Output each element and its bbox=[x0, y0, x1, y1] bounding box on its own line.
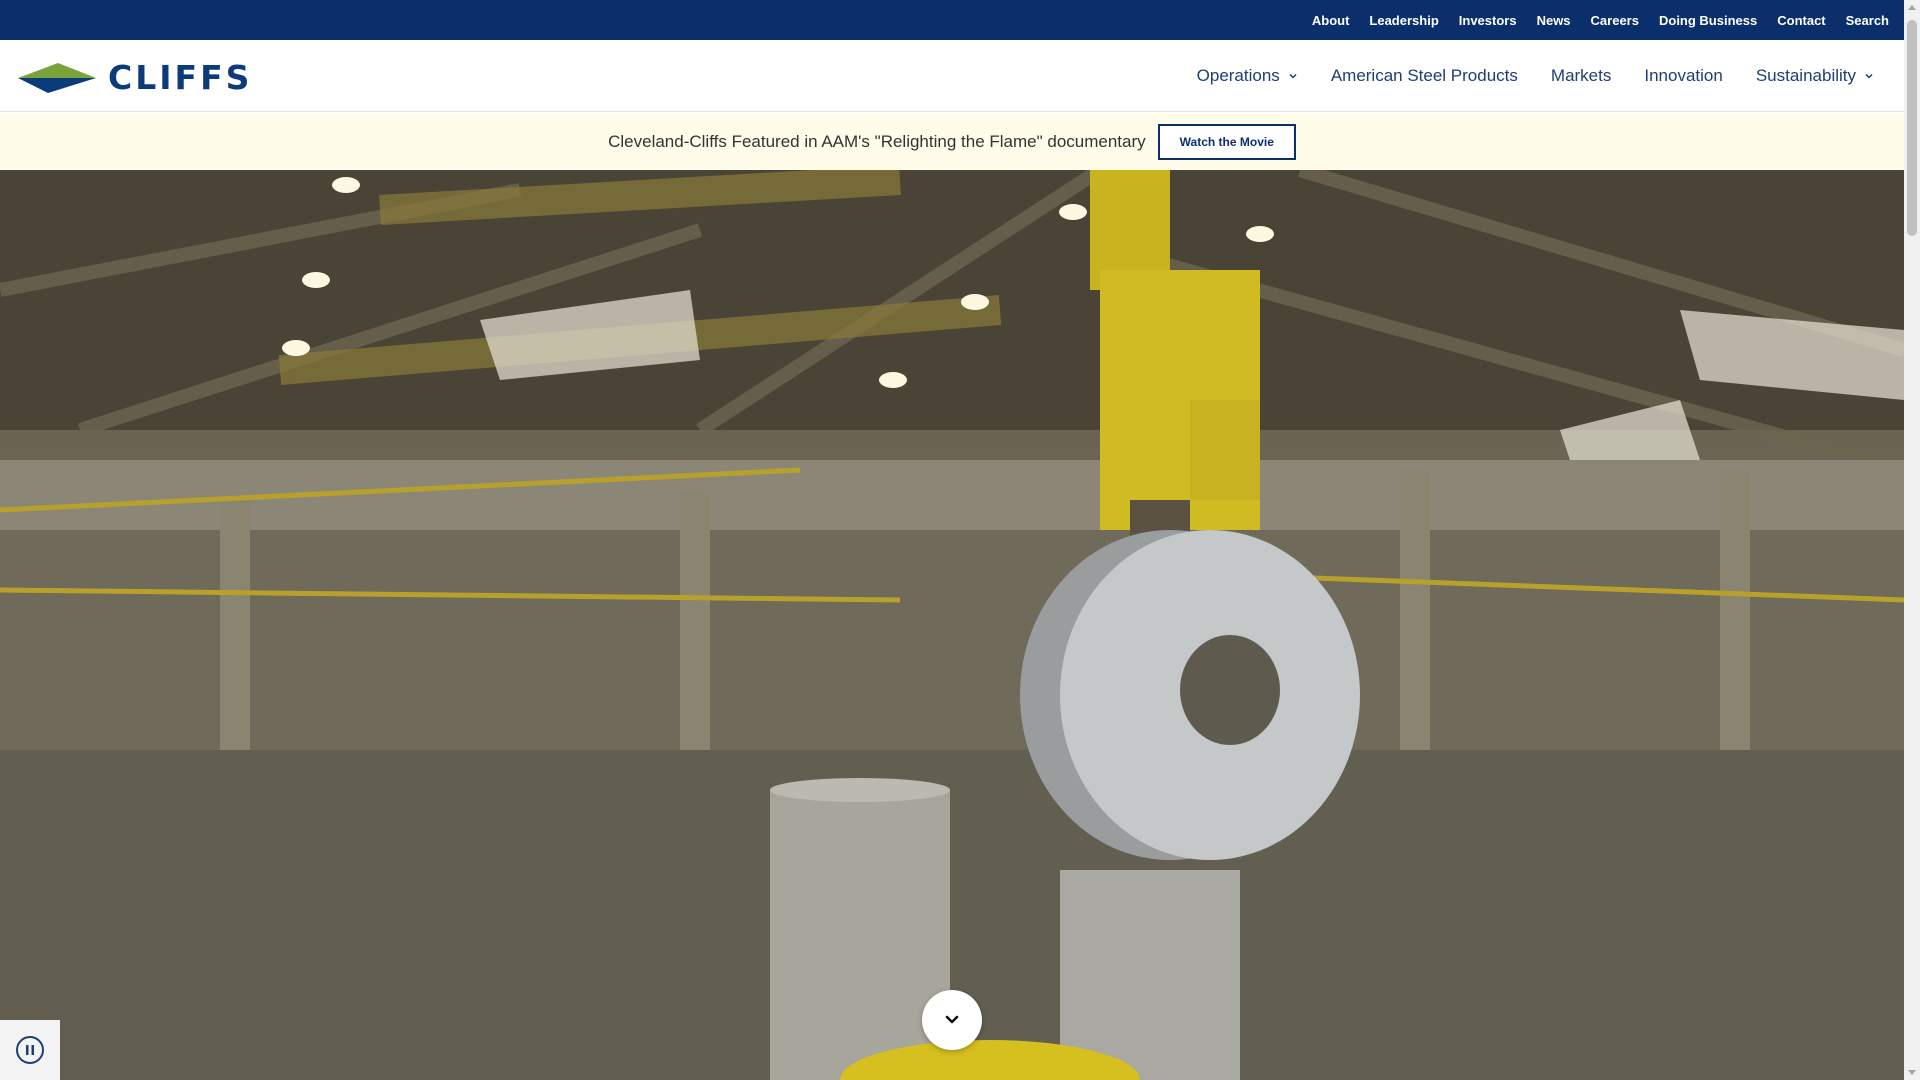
utility-link-contact[interactable]: Contact bbox=[1777, 13, 1825, 28]
utility-link-doing-business[interactable]: Doing Business bbox=[1659, 13, 1757, 28]
utility-link-about[interactable]: About bbox=[1312, 13, 1350, 28]
nav-item-label: American Steel Products bbox=[1330, 66, 1518, 85]
nav-item-sustainability[interactable]: Sustainability bbox=[1756, 66, 1874, 86]
cliffs-logo[interactable]: CLIFFS bbox=[18, 58, 252, 97]
scroll-down-button[interactable] bbox=[922, 990, 982, 1050]
main-nav: Operations American Steel Products Marke… bbox=[1164, 40, 1874, 112]
utility-link-search[interactable]: Search bbox=[1846, 13, 1889, 28]
logo-mark-icon bbox=[18, 62, 96, 93]
chevron-down-icon bbox=[1865, 73, 1873, 79]
scrollbar-thumb[interactable] bbox=[1907, 20, 1917, 236]
main-header: CLIFFS Operations American Steel Product… bbox=[0, 40, 1904, 112]
utility-link-news[interactable]: News bbox=[1537, 13, 1571, 28]
nav-item-operations[interactable]: Operations bbox=[1197, 66, 1298, 86]
watch-movie-button[interactable]: Watch the Movie bbox=[1157, 123, 1296, 160]
utility-nav-bar: About Leadership Investors News Careers … bbox=[0, 0, 1904, 40]
chevron-down-icon bbox=[1289, 73, 1297, 79]
nav-item-label: Operations bbox=[1196, 66, 1280, 85]
nav-item-label: Sustainability bbox=[1755, 66, 1856, 85]
logo-wordmark: CLIFFS bbox=[108, 58, 253, 97]
scroll-up-arrow-icon[interactable] bbox=[1908, 5, 1916, 10]
nav-item-american-steel-products[interactable]: American Steel Products bbox=[1331, 66, 1518, 86]
announcement-banner: Cleveland-Cliffs Featured in AAM's "Reli… bbox=[0, 113, 1904, 170]
nav-item-label: Markets bbox=[1550, 66, 1612, 85]
page-scrollbar[interactable] bbox=[1904, 0, 1920, 1080]
banner-text: Cleveland-Cliffs Featured in AAM's "Reli… bbox=[608, 131, 1146, 151]
nav-item-innovation[interactable]: Innovation bbox=[1644, 66, 1722, 86]
utility-link-leadership[interactable]: Leadership bbox=[1369, 13, 1438, 28]
utility-link-investors[interactable]: Investors bbox=[1459, 13, 1517, 28]
nav-item-label: Innovation bbox=[1644, 66, 1723, 85]
pause-video-button[interactable] bbox=[0, 1020, 60, 1080]
nav-item-markets[interactable]: Markets bbox=[1551, 66, 1611, 86]
chevron-down-icon bbox=[945, 1015, 959, 1024]
utility-link-careers[interactable]: Careers bbox=[1591, 13, 1639, 28]
hero-video bbox=[0, 170, 1904, 1080]
scroll-down-arrow-icon[interactable] bbox=[1908, 1070, 1916, 1075]
pause-icon bbox=[16, 1036, 44, 1064]
steel-mill-scene bbox=[0, 170, 1904, 1080]
